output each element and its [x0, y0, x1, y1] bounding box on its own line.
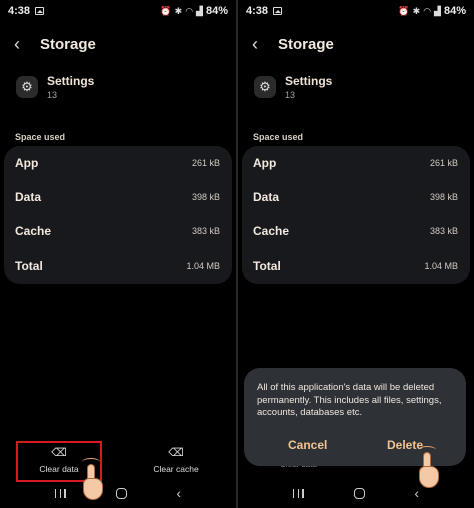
- settings-app-icon: ⚙: [16, 76, 38, 98]
- storage-row-label: Data: [15, 190, 42, 204]
- bluetooth-icon: ✱: [174, 5, 183, 16]
- navigation-bar: ‹: [238, 484, 474, 502]
- dialog-message: All of this application's data will be d…: [257, 382, 442, 418]
- signal-icon: ▟: [196, 5, 203, 16]
- storage-row-cache: Cache 383 kB: [253, 214, 458, 248]
- storage-card: App 261 kB Data 398 kB Cache 383 kB Tota…: [4, 146, 232, 284]
- storage-row-cache: Cache 383 kB: [15, 214, 220, 248]
- app-name: Settings: [47, 74, 95, 88]
- back-icon[interactable]: ‹: [414, 486, 419, 500]
- image-icon: [35, 7, 45, 15]
- storage-screen-left: 4:38 ⏰ ✱ ◠ ▟ 84% ‹ Storage ⚙ Settings 13…: [0, 0, 236, 508]
- home-icon[interactable]: [353, 487, 365, 499]
- storage-row-value: 383 kB: [191, 226, 220, 236]
- clear-cache-button[interactable]: ⌫ Clear cache: [134, 446, 218, 474]
- storage-row-label: Cache: [15, 224, 52, 238]
- app-name: Settings: [285, 74, 333, 88]
- signal-icon: ▟: [434, 5, 441, 16]
- image-icon: [273, 7, 283, 15]
- section-label: Space used: [15, 132, 66, 142]
- storage-row-value: 398 kB: [429, 192, 458, 202]
- storage-row-value: 261 kB: [429, 158, 458, 168]
- clear-cache-icon: ⌫: [168, 447, 184, 459]
- recents-icon[interactable]: [292, 488, 304, 498]
- storage-row-app: App 261 kB: [15, 146, 220, 180]
- storage-row-label: App: [15, 156, 39, 170]
- app-info: ⚙ Settings 13: [16, 74, 94, 100]
- clear-cache-label: Clear cache: [153, 464, 199, 474]
- app-version: 13: [47, 90, 58, 100]
- status-bar: 4:38 ⏰ ✱ ◠ ▟ 84%: [238, 0, 474, 22]
- page-title: Storage: [40, 35, 96, 53]
- header: ‹ Storage: [252, 34, 334, 54]
- cancel-button[interactable]: Cancel: [288, 438, 327, 452]
- battery-level: 84%: [205, 5, 228, 17]
- storage-row-label: Total: [253, 259, 281, 273]
- storage-row-data: Data 398 kB: [15, 180, 220, 214]
- status-bar: 4:38 ⏰ ✱ ◠ ▟ 84%: [0, 0, 236, 22]
- recents-icon[interactable]: [54, 488, 66, 498]
- status-time: 4:38: [246, 5, 269, 17]
- storage-row-value: 398 kB: [191, 192, 220, 202]
- alarm-icon: ⏰: [160, 5, 172, 16]
- navigation-bar: ‹: [0, 484, 236, 502]
- header: ‹ Storage: [14, 34, 96, 54]
- storage-row-data: Data 398 kB: [253, 180, 458, 214]
- home-icon[interactable]: [115, 487, 127, 499]
- back-arrow-icon[interactable]: ‹: [252, 34, 272, 54]
- wifi-icon: ◠: [423, 5, 432, 16]
- section-label: Space used: [253, 132, 304, 142]
- page-title: Storage: [278, 35, 334, 53]
- storage-row-app: App 261 kB: [253, 146, 458, 180]
- back-arrow-icon[interactable]: ‹: [14, 34, 34, 54]
- storage-screen-right: 4:38 ⏰ ✱ ◠ ▟ 84% ‹ Storage ⚙ Settings 13…: [238, 0, 474, 508]
- bluetooth-icon: ✱: [412, 5, 421, 16]
- storage-row-value: 1.04 MB: [186, 261, 220, 271]
- battery-level: 84%: [443, 5, 466, 17]
- wifi-icon: ◠: [185, 5, 194, 16]
- storage-row-value: 383 kB: [429, 226, 458, 236]
- storage-row-label: Total: [15, 259, 43, 273]
- storage-row-value: 261 kB: [191, 158, 220, 168]
- storage-row-total: Total 1.04 MB: [15, 249, 220, 283]
- storage-row-label: Data: [253, 190, 280, 204]
- app-info: ⚙ Settings 13: [254, 74, 332, 100]
- storage-row-label: App: [253, 156, 277, 170]
- storage-row-label: Cache: [253, 224, 290, 238]
- settings-app-icon: ⚙: [254, 76, 276, 98]
- storage-row-total: Total 1.04 MB: [253, 249, 458, 283]
- status-time: 4:38: [8, 5, 31, 17]
- app-version: 13: [285, 90, 296, 100]
- back-icon[interactable]: ‹: [176, 486, 181, 500]
- storage-row-value: 1.04 MB: [424, 261, 458, 271]
- alarm-icon: ⏰: [398, 5, 410, 16]
- storage-card: App 261 kB Data 398 kB Cache 383 kB Tota…: [242, 146, 470, 284]
